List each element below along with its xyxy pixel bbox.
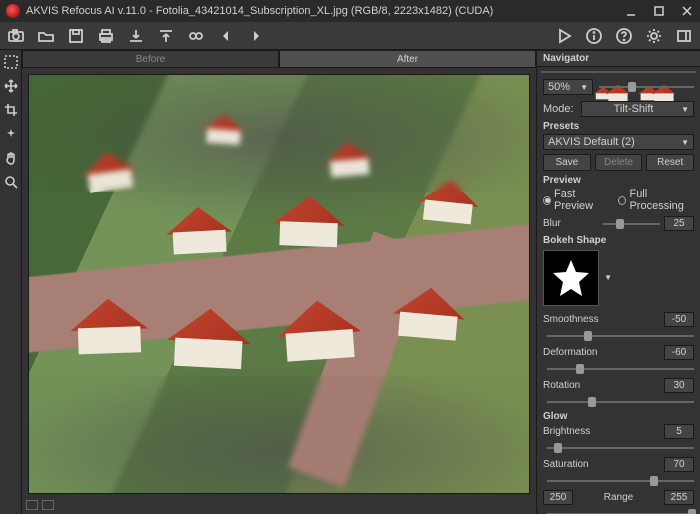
saturation-label: Saturation bbox=[543, 459, 599, 470]
preset-reset-button[interactable]: Reset bbox=[646, 154, 694, 171]
full-processing-radio[interactable]: Full Processing bbox=[618, 188, 694, 212]
view-mode-single-icon[interactable] bbox=[26, 500, 38, 510]
close-button[interactable] bbox=[680, 4, 694, 18]
deformation-slider[interactable] bbox=[547, 364, 694, 374]
settings-panel: Navigator 50% ▼ Mode: Tilt-Shift ▼ Presets… bbox=[536, 50, 700, 514]
chevron-down-icon: ▼ bbox=[604, 273, 612, 282]
rotation-slider[interactable] bbox=[547, 397, 694, 407]
tab-before[interactable]: Before bbox=[22, 50, 279, 68]
smoothness-value[interactable]: -50 bbox=[664, 312, 694, 327]
preset-save-button[interactable]: Save bbox=[543, 154, 591, 171]
titlebar: AKVIS Refocus AI v.11.0 - Fotolia_434210… bbox=[0, 0, 700, 22]
maximize-button[interactable] bbox=[652, 4, 666, 18]
preset-combo[interactable]: AKVIS Default (2) ▼ bbox=[543, 134, 694, 150]
glow-header: Glow bbox=[537, 409, 700, 422]
rotation-value[interactable]: 30 bbox=[664, 378, 694, 393]
info-icon[interactable] bbox=[584, 26, 604, 46]
crop-tool-icon[interactable] bbox=[3, 102, 19, 118]
zoom-slider[interactable] bbox=[599, 82, 694, 92]
sparkle-tool-icon[interactable] bbox=[3, 126, 19, 142]
save-icon[interactable] bbox=[66, 26, 86, 46]
back-arrow-icon[interactable] bbox=[216, 26, 236, 46]
blur-value[interactable]: 25 bbox=[664, 216, 694, 231]
window-title: AKVIS Refocus AI v.11.0 - Fotolia_434210… bbox=[26, 5, 624, 17]
help-icon[interactable] bbox=[614, 26, 634, 46]
print-icon[interactable] bbox=[96, 26, 116, 46]
zoom-tool-icon[interactable] bbox=[3, 174, 19, 190]
blur-label: Blur bbox=[543, 218, 599, 229]
batch-icon[interactable] bbox=[186, 26, 206, 46]
export-icon[interactable] bbox=[126, 26, 146, 46]
bokeh-shape-selector[interactable]: ▼ bbox=[543, 250, 599, 306]
preview-header: Preview bbox=[537, 173, 700, 186]
navigator-thumbnail[interactable] bbox=[541, 71, 696, 73]
zoom-value: 50% bbox=[548, 81, 570, 93]
range-slider[interactable] bbox=[547, 509, 694, 514]
fast-preview-radio[interactable]: Fast Preview bbox=[543, 188, 608, 212]
canvas-footer bbox=[22, 500, 536, 514]
rotation-label: Rotation bbox=[543, 380, 599, 391]
forward-arrow-icon[interactable] bbox=[246, 26, 266, 46]
brightness-label: Brightness bbox=[543, 426, 599, 437]
preview-area-tool-icon[interactable] bbox=[3, 54, 19, 70]
chevron-down-icon: ▼ bbox=[580, 83, 588, 92]
mode-value: Tilt-Shift bbox=[614, 103, 654, 115]
canvas-area: Before After bbox=[22, 50, 536, 514]
camera-icon[interactable] bbox=[6, 26, 26, 46]
minimize-button[interactable] bbox=[624, 4, 638, 18]
saturation-value[interactable]: 70 bbox=[664, 457, 694, 472]
main-toolbar bbox=[0, 22, 700, 50]
smoothness-slider[interactable] bbox=[547, 331, 694, 341]
preset-value: AKVIS Default (2) bbox=[548, 136, 635, 148]
star-icon bbox=[549, 256, 593, 300]
image-canvas[interactable] bbox=[28, 74, 530, 494]
bokeh-header: Bokeh Shape bbox=[537, 233, 700, 246]
saturation-slider[interactable] bbox=[547, 476, 694, 486]
mode-label: Mode: bbox=[543, 103, 577, 115]
range-high-value[interactable]: 255 bbox=[664, 490, 694, 505]
left-toolbox bbox=[0, 50, 22, 514]
brightness-value[interactable]: 5 bbox=[664, 424, 694, 439]
brightness-slider[interactable] bbox=[547, 443, 694, 453]
blur-slider[interactable] bbox=[603, 219, 660, 229]
run-icon[interactable] bbox=[554, 26, 574, 46]
tab-after[interactable]: After bbox=[279, 50, 536, 68]
chevron-down-icon: ▼ bbox=[681, 138, 689, 147]
smoothness-label: Smoothness bbox=[543, 314, 599, 325]
range-label: Range bbox=[577, 492, 660, 503]
deformation-value[interactable]: -60 bbox=[664, 345, 694, 360]
deformation-label: Deformation bbox=[543, 347, 599, 358]
chevron-down-icon: ▼ bbox=[681, 105, 689, 114]
gear-icon[interactable] bbox=[644, 26, 664, 46]
panels-icon[interactable] bbox=[674, 26, 694, 46]
mode-combo[interactable]: Tilt-Shift ▼ bbox=[581, 101, 694, 117]
app-icon bbox=[6, 4, 20, 18]
view-mode-split-icon[interactable] bbox=[42, 500, 54, 510]
import-icon[interactable] bbox=[156, 26, 176, 46]
presets-header: Presets bbox=[537, 119, 700, 132]
preset-delete-button[interactable]: Delete bbox=[595, 154, 643, 171]
hand-tool-icon[interactable] bbox=[3, 150, 19, 166]
zoom-combo[interactable]: 50% ▼ bbox=[543, 79, 593, 95]
range-low-value[interactable]: 250 bbox=[543, 490, 573, 505]
move-tool-icon[interactable] bbox=[3, 78, 19, 94]
open-icon[interactable] bbox=[36, 26, 56, 46]
navigator-header: Navigator bbox=[537, 50, 700, 67]
